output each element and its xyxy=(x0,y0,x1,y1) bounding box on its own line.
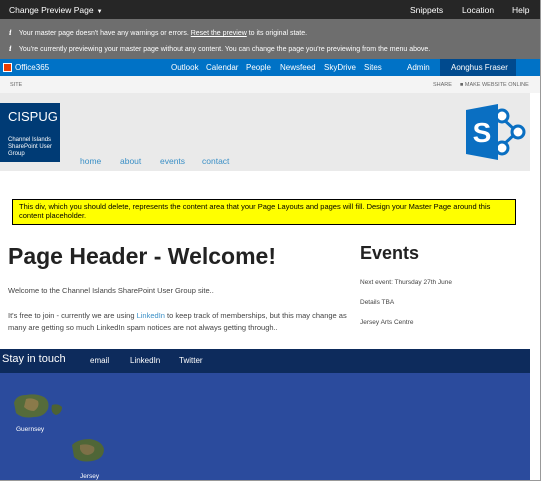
sharepoint-logo-icon: S xyxy=(466,104,526,160)
membership-text: It's free to join - currently we are usi… xyxy=(8,310,353,334)
location-link[interactable]: Location xyxy=(462,5,494,15)
user-name: Aonghus Fraser xyxy=(451,63,508,72)
nav-about[interactable]: about xyxy=(120,156,141,166)
suite-nav-skydrive[interactable]: SkyDrive xyxy=(324,63,356,72)
suite-nav-people[interactable]: People xyxy=(246,63,271,72)
event-item: Details TBA xyxy=(360,299,395,306)
para-text: It's free to join - currently we are usi… xyxy=(8,311,135,320)
events-heading: Events xyxy=(360,243,420,263)
help-link[interactable]: Help xyxy=(512,5,529,15)
suite-nav-admin[interactable]: Admin xyxy=(407,63,430,72)
islands-map: Guernsey Jersey xyxy=(0,373,530,480)
ribbon-bar: SITE SHARE ■ MAKE WEBSITE ONLINE xyxy=(0,76,540,93)
event-item: Next event: Thursday 27th June xyxy=(360,279,453,286)
globe-icon: ■ xyxy=(460,82,464,88)
notice-text: You're currently previewing your master … xyxy=(18,46,431,53)
footer-twitter-link[interactable]: Twitter xyxy=(179,356,203,365)
suite-nav-outlook[interactable]: Outlook xyxy=(171,63,199,72)
notice-text: Your master page doesn't have any warnin… xyxy=(18,30,189,37)
info-icon: i xyxy=(9,28,12,37)
page-header: Page Header - Welcome! xyxy=(8,243,277,269)
island-shapes-icon xyxy=(14,394,104,462)
preview-menu-label: Change Preview Page xyxy=(9,5,94,15)
suite-nav-calendar[interactable]: Calendar xyxy=(206,63,238,72)
browser-frame: Change Preview Page ▼ Snippets Location H… xyxy=(0,0,541,481)
notice-text: to its original state. xyxy=(248,30,308,37)
linkedin-link[interactable]: LinkedIn xyxy=(137,311,165,320)
footer-email-link[interactable]: email xyxy=(90,356,109,365)
content-placeholder: This div, which you should delete, repre… xyxy=(12,199,516,225)
change-preview-page-menu[interactable]: Change Preview Page ▼ xyxy=(9,5,103,15)
suite-bar: Office365 Outlook Calendar People Newsfe… xyxy=(0,59,540,76)
info-icon: i xyxy=(9,44,12,53)
intro-text: Welcome to the Channel Islands SharePoin… xyxy=(8,286,214,295)
svg-text:S: S xyxy=(473,117,492,148)
notice-line-1: i Your master page doesn't have any warn… xyxy=(9,28,307,37)
notice-line-2: i You're currently previewing your maste… xyxy=(9,44,430,53)
map-label-guernsey: Guernsey xyxy=(16,426,45,433)
user-menu[interactable]: Aonghus Fraser xyxy=(440,59,516,76)
make-website-online-button[interactable]: ■ MAKE WEBSITE ONLINE xyxy=(460,82,529,88)
map-label-jersey: Jersey xyxy=(80,473,100,480)
site-logo[interactable]: CISPUG Channel Islands SharePoint User G… xyxy=(0,103,60,162)
nav-home[interactable]: home xyxy=(80,156,101,166)
caret-down-icon: ▼ xyxy=(96,9,103,15)
brand-label: Office365 xyxy=(15,63,50,72)
preview-bar: Change Preview Page ▼ Snippets Location H… xyxy=(0,0,540,19)
make-online-label: MAKE WEBSITE ONLINE xyxy=(464,82,529,88)
reset-preview-link[interactable]: Reset the preview xyxy=(191,30,247,37)
site-title: CISPUG xyxy=(8,109,58,124)
footer-linkedin-link[interactable]: LinkedIn xyxy=(130,356,160,365)
snippets-link[interactable]: Snippets xyxy=(410,5,443,15)
share-button[interactable]: SHARE xyxy=(433,82,452,88)
office-icon xyxy=(3,63,12,72)
nav-events[interactable]: events xyxy=(160,156,185,166)
suite-nav-sites[interactable]: Sites xyxy=(364,63,382,72)
office365-logo[interactable]: Office365 xyxy=(3,62,49,73)
site-subtitle: Channel Islands SharePoint User Group xyxy=(8,137,53,157)
event-item: Jersey Arts Centre xyxy=(360,319,414,326)
nav-contact[interactable]: contact xyxy=(202,156,229,166)
stay-in-touch-bar: Stay in touch email LinkedIn Twitter xyxy=(0,349,530,373)
site-tab[interactable]: SITE xyxy=(10,82,22,88)
status-notice: i Your master page doesn't have any warn… xyxy=(0,19,540,59)
stay-in-touch-heading: Stay in touch xyxy=(2,353,66,365)
suite-nav-newsfeed[interactable]: Newsfeed xyxy=(280,63,316,72)
